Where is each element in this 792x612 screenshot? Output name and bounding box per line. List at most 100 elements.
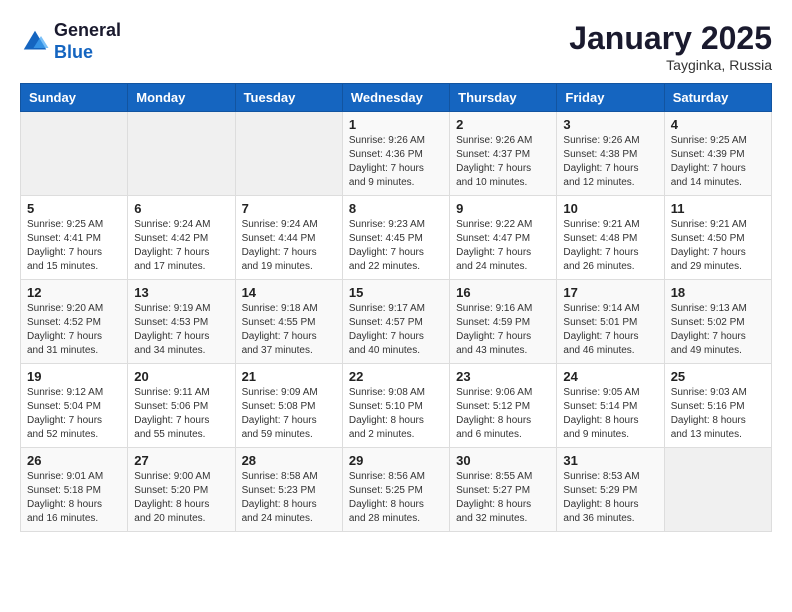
calendar-cell: 13Sunrise: 9:19 AM Sunset: 4:53 PM Dayli…	[128, 280, 235, 364]
calendar-cell: 17 Sunrise: 9:14 AM Sunset: 5:01 PM Dayli…	[557, 280, 664, 364]
day-info: Sunrise: 9:24 AM Sunset: 4:44 PM Dayligh…	[242, 218, 336, 274]
calendar-cell: 11Sunrise: 9:21 AM Sunset: 4:50 PM Dayli…	[664, 196, 771, 280]
calendar-cell: 10Sunrise: 9:21 AM Sunset: 4:48 PM Dayli…	[557, 196, 664, 280]
day-number: 12	[27, 285, 121, 300]
day-number: 26	[27, 453, 121, 468]
day-number: 24	[563, 369, 657, 384]
day-info: Sunrise: 9:09 AM Sunset: 5:08 PM Dayligh…	[242, 386, 336, 442]
day-number: 18	[671, 285, 765, 300]
calendar-cell: 25 Sunrise: 9:03 AM Sunset: 5:16 PM Dayli…	[664, 364, 771, 448]
day-number: 1	[349, 117, 443, 132]
title-block: January 2025 Tayginka, Russia	[569, 20, 772, 73]
day-number: 20	[134, 369, 228, 384]
calendar-cell: 26 Sunrise: 9:01 AM Sunset: 5:18 PM Dayli…	[21, 448, 128, 532]
day-number: 6	[134, 201, 228, 216]
calendar-cell: 12 Sunrise: 9:20 AM Sunset: 4:52 PM Dayli…	[21, 280, 128, 364]
calendar-cell: 22 Sunrise: 9:08 AM Sunset: 5:10 PM Dayli…	[342, 364, 449, 448]
calendar-cell: 4 Sunrise: 9:25 AM Sunset: 4:39 PM Daylig…	[664, 112, 771, 196]
calendar-cell	[664, 448, 771, 532]
day-info: Sunrise: 9:08 AM Sunset: 5:10 PM Dayligh…	[349, 386, 443, 442]
calendar-cell: 30Sunrise: 8:55 AM Sunset: 5:27 PM Dayli…	[450, 448, 557, 532]
day-info: Sunrise: 9:26 AM Sunset: 4:37 PM Dayligh…	[456, 134, 550, 190]
day-number: 15	[349, 285, 443, 300]
day-info: Sunrise: 9:18 AM Sunset: 4:55 PM Dayligh…	[242, 302, 336, 358]
day-info: Sunrise: 8:56 AM Sunset: 5:25 PM Dayligh…	[349, 470, 443, 526]
calendar-cell: 8Sunrise: 9:23 AM Sunset: 4:45 PM Daylig…	[342, 196, 449, 280]
day-info: Sunrise: 9:20 AM Sunset: 4:52 PM Dayligh…	[27, 302, 121, 358]
weekday-header: Thursday	[450, 84, 557, 112]
calendar-cell	[128, 112, 235, 196]
calendar-cell: 3Sunrise: 9:26 AM Sunset: 4:38 PM Daylig…	[557, 112, 664, 196]
calendar-cell: 20 Sunrise: 9:11 AM Sunset: 5:06 PM Dayli…	[128, 364, 235, 448]
logo-name: General Blue	[54, 20, 121, 63]
day-info: Sunrise: 9:22 AM Sunset: 4:47 PM Dayligh…	[456, 218, 550, 274]
day-info: Sunrise: 9:25 AM Sunset: 4:41 PM Dayligh…	[27, 218, 121, 274]
calendar-cell: 6 Sunrise: 9:24 AM Sunset: 4:42 PM Daylig…	[128, 196, 235, 280]
day-number: 16	[456, 285, 550, 300]
day-info: Sunrise: 9:01 AM Sunset: 5:18 PM Dayligh…	[27, 470, 121, 526]
calendar-week-row: 12 Sunrise: 9:20 AM Sunset: 4:52 PM Dayli…	[21, 280, 772, 364]
calendar: SundayMondayTuesdayWednesdayThursdayFrid…	[20, 83, 772, 532]
calendar-week-row: 1 Sunrise: 9:26 AM Sunset: 4:36 PM Daylig…	[21, 112, 772, 196]
day-info: Sunrise: 9:16 AM Sunset: 4:59 PM Dayligh…	[456, 302, 550, 358]
calendar-week-row: 5 Sunrise: 9:25 AM Sunset: 4:41 PM Daylig…	[21, 196, 772, 280]
calendar-cell	[21, 112, 128, 196]
day-info: Sunrise: 9:26 AM Sunset: 4:36 PM Dayligh…	[349, 134, 443, 190]
day-info: Sunrise: 9:13 AM Sunset: 5:02 PM Dayligh…	[671, 302, 765, 358]
day-info: Sunrise: 8:53 AM Sunset: 5:29 PM Dayligh…	[563, 470, 657, 526]
day-info: Sunrise: 9:17 AM Sunset: 4:57 PM Dayligh…	[349, 302, 443, 358]
day-info: Sunrise: 9:26 AM Sunset: 4:38 PM Dayligh…	[563, 134, 657, 190]
day-number: 17	[563, 285, 657, 300]
calendar-cell: 5 Sunrise: 9:25 AM Sunset: 4:41 PM Daylig…	[21, 196, 128, 280]
weekday-header: Friday	[557, 84, 664, 112]
logo: General Blue	[20, 20, 121, 63]
location: Tayginka, Russia	[569, 57, 772, 73]
day-number: 14	[242, 285, 336, 300]
calendar-cell: 19Sunrise: 9:12 AM Sunset: 5:04 PM Dayli…	[21, 364, 128, 448]
calendar-cell: 24 Sunrise: 9:05 AM Sunset: 5:14 PM Dayli…	[557, 364, 664, 448]
day-info: Sunrise: 9:19 AM Sunset: 4:53 PM Dayligh…	[134, 302, 228, 358]
day-number: 28	[242, 453, 336, 468]
page-header: General Blue January 2025 Tayginka, Russ…	[20, 20, 772, 73]
day-info: Sunrise: 9:14 AM Sunset: 5:01 PM Dayligh…	[563, 302, 657, 358]
weekday-header: Saturday	[664, 84, 771, 112]
calendar-week-row: 19Sunrise: 9:12 AM Sunset: 5:04 PM Dayli…	[21, 364, 772, 448]
day-number: 8	[349, 201, 443, 216]
day-number: 7	[242, 201, 336, 216]
day-info: Sunrise: 8:58 AM Sunset: 5:23 PM Dayligh…	[242, 470, 336, 526]
day-number: 4	[671, 117, 765, 132]
day-number: 19	[27, 369, 121, 384]
day-info: Sunrise: 9:21 AM Sunset: 4:50 PM Dayligh…	[671, 218, 765, 274]
day-number: 29	[349, 453, 443, 468]
calendar-cell: 15 Sunrise: 9:17 AM Sunset: 4:57 PM Dayli…	[342, 280, 449, 364]
calendar-cell: 21 Sunrise: 9:09 AM Sunset: 5:08 PM Dayli…	[235, 364, 342, 448]
day-info: Sunrise: 9:25 AM Sunset: 4:39 PM Dayligh…	[671, 134, 765, 190]
day-info: Sunrise: 9:00 AM Sunset: 5:20 PM Dayligh…	[134, 470, 228, 526]
calendar-cell: 16 Sunrise: 9:16 AM Sunset: 4:59 PM Dayli…	[450, 280, 557, 364]
day-number: 22	[349, 369, 443, 384]
day-info: Sunrise: 9:03 AM Sunset: 5:16 PM Dayligh…	[671, 386, 765, 442]
month-title: January 2025	[569, 20, 772, 57]
logo-icon	[20, 27, 50, 57]
day-number: 21	[242, 369, 336, 384]
calendar-cell: 27Sunrise: 9:00 AM Sunset: 5:20 PM Dayli…	[128, 448, 235, 532]
weekday-header: Tuesday	[235, 84, 342, 112]
day-number: 9	[456, 201, 550, 216]
day-info: Sunrise: 9:21 AM Sunset: 4:48 PM Dayligh…	[563, 218, 657, 274]
day-info: Sunrise: 9:11 AM Sunset: 5:06 PM Dayligh…	[134, 386, 228, 442]
weekday-header: Sunday	[21, 84, 128, 112]
calendar-cell: 29 Sunrise: 8:56 AM Sunset: 5:25 PM Dayli…	[342, 448, 449, 532]
weekday-header: Wednesday	[342, 84, 449, 112]
day-number: 31	[563, 453, 657, 468]
day-info: Sunrise: 9:05 AM Sunset: 5:14 PM Dayligh…	[563, 386, 657, 442]
calendar-cell: 23Sunrise: 9:06 AM Sunset: 5:12 PM Dayli…	[450, 364, 557, 448]
calendar-cell: 1 Sunrise: 9:26 AM Sunset: 4:36 PM Daylig…	[342, 112, 449, 196]
calendar-week-row: 26 Sunrise: 9:01 AM Sunset: 5:18 PM Dayli…	[21, 448, 772, 532]
calendar-cell	[235, 112, 342, 196]
day-number: 2	[456, 117, 550, 132]
day-number: 25	[671, 369, 765, 384]
calendar-cell: 14 Sunrise: 9:18 AM Sunset: 4:55 PM Dayli…	[235, 280, 342, 364]
day-number: 5	[27, 201, 121, 216]
day-info: Sunrise: 9:24 AM Sunset: 4:42 PM Dayligh…	[134, 218, 228, 274]
calendar-cell: 2 Sunrise: 9:26 AM Sunset: 4:37 PM Daylig…	[450, 112, 557, 196]
